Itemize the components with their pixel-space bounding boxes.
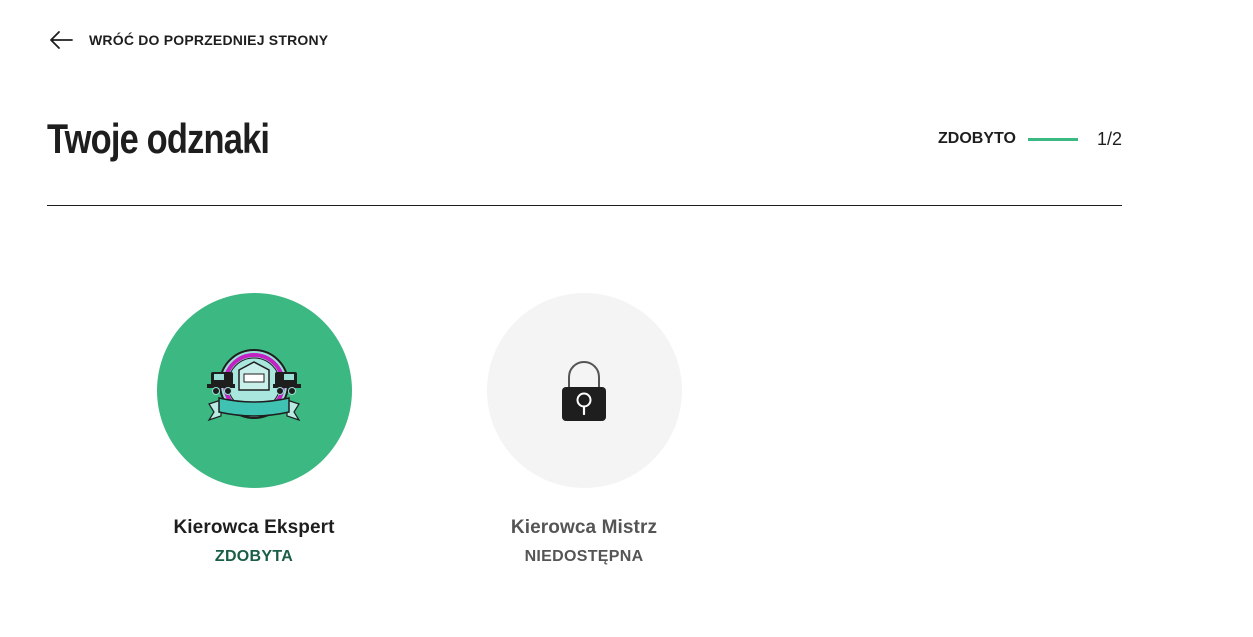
- badge-status: ZDOBYTA: [214, 548, 294, 565]
- back-link[interactable]: WRÓĆ DO POPRZEDNIEJ STRONY: [49, 28, 328, 52]
- badge-circle: [486, 293, 682, 488]
- badge-card[interactable]: Kierowca Ekspert ZDOBYTA: [134, 293, 374, 566]
- progress-label: ZDOBYTO: [938, 130, 1016, 147]
- page-title: Twoje odznaki: [47, 115, 270, 162]
- back-link-label: WRÓĆ DO POPRZEDNIEJ STRONY: [89, 32, 329, 48]
- progress-bar: [1027, 137, 1078, 141]
- divider: [47, 205, 1122, 206]
- truck-badge-icon: [207, 348, 301, 421]
- badge-status: NIEDOSTĘPNA: [524, 548, 644, 565]
- lock-icon: [562, 360, 606, 421]
- badge-name: Kierowca Mistrz: [510, 517, 658, 538]
- badge-circle: [156, 293, 352, 488]
- badge-progress: ZDOBYTO 1/2: [938, 128, 1122, 150]
- progress-count: 1/2: [1096, 128, 1122, 149]
- progress-bar-fill: [1027, 137, 1053, 141]
- badge-name: Kierowca Ekspert: [173, 517, 335, 538]
- badge-card[interactable]: Kierowca Mistrz NIEDOSTĘPNA: [464, 293, 704, 566]
- arrow-left-icon: [50, 31, 73, 49]
